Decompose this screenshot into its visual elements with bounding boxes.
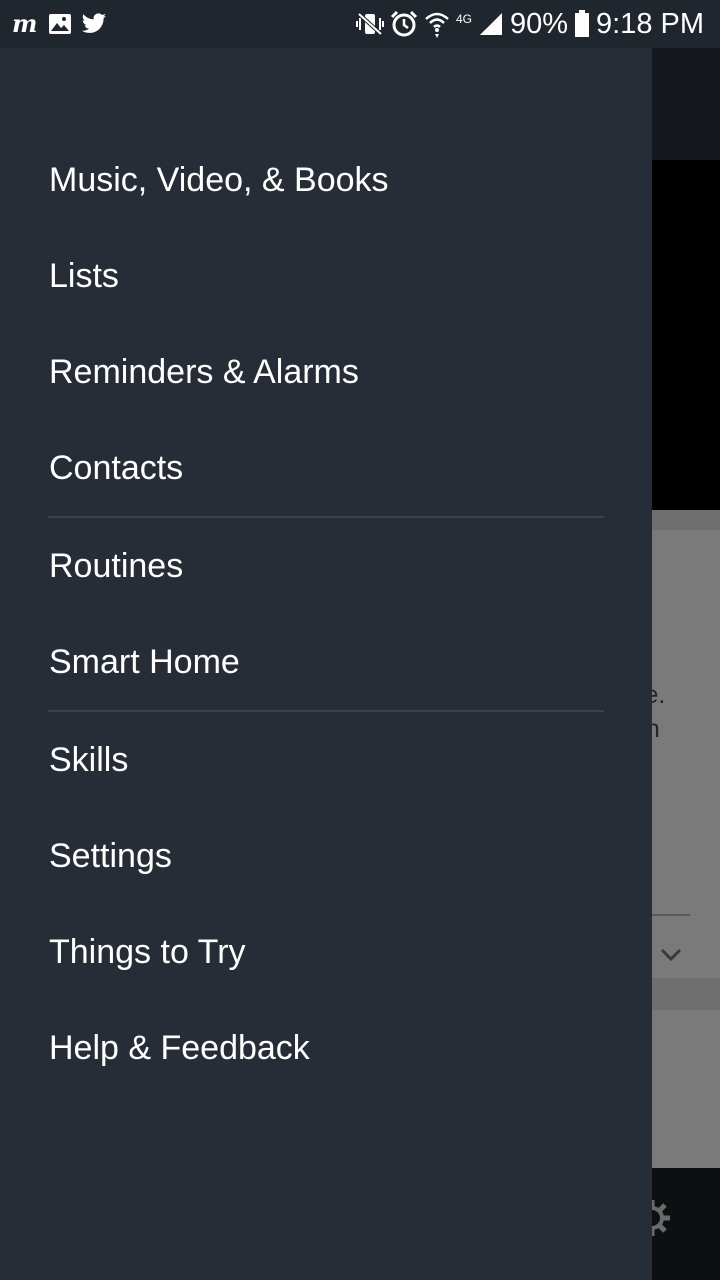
drawer-menu: Music, Video, & Books Lists Reminders & … — [0, 132, 652, 1096]
menu-item-skills[interactable]: Skills — [0, 712, 652, 808]
chevron-down-icon[interactable] — [660, 948, 682, 967]
menu-item-smart-home[interactable]: Smart Home — [0, 614, 652, 710]
gallery-icon — [48, 13, 72, 35]
menu-item-contacts[interactable]: Contacts — [0, 420, 652, 516]
svg-text:m: m — [12, 13, 37, 35]
status-left-icons: m — [12, 10, 108, 38]
menu-item-reminders-alarms[interactable]: Reminders & Alarms — [0, 324, 652, 420]
menu-item-routines[interactable]: Routines — [0, 518, 652, 614]
menu-item-music-video-books[interactable]: Music, Video, & Books — [0, 132, 652, 228]
signal-icon — [478, 11, 504, 37]
menu-item-settings[interactable]: Settings — [0, 808, 652, 904]
alarm-icon — [390, 10, 418, 38]
wifi-icon — [424, 10, 450, 38]
menu-item-help-feedback[interactable]: Help & Feedback — [0, 1000, 652, 1096]
m-app-icon: m — [12, 13, 40, 35]
navigation-drawer: Music, Video, & Books Lists Reminders & … — [0, 48, 652, 1280]
battery-icon — [574, 10, 590, 38]
status-bar: m 4G 90% 9:18 PM — [0, 0, 720, 48]
status-right-icons: 4G 90% 9:18 PM — [355, 7, 704, 40]
vibrate-mute-icon — [355, 11, 384, 37]
battery-percent: 90% — [509, 7, 568, 40]
menu-item-things-to-try[interactable]: Things to Try — [0, 904, 652, 1000]
background-divider — [652, 914, 690, 916]
network-type-label: 4G — [455, 12, 472, 26]
menu-item-lists[interactable]: Lists — [0, 228, 652, 324]
twitter-icon — [80, 13, 108, 35]
clock: 9:18 PM — [596, 7, 704, 40]
